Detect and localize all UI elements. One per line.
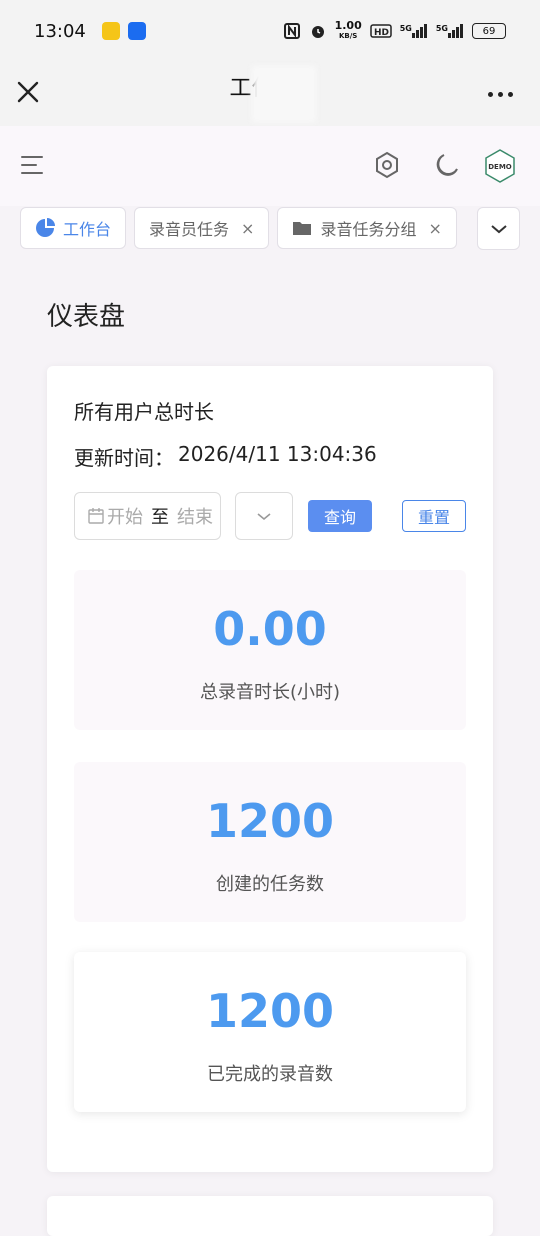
chevron-down-icon <box>257 512 271 520</box>
signal-icon-2: 5G <box>436 24 464 38</box>
alarm-icon <box>309 22 327 40</box>
more-dot-icon <box>508 91 513 97</box>
page-title: 仪表盘 <box>47 302 126 332</box>
close-icon[interactable]: × <box>428 219 441 238</box>
status-time: 13:04 <box>34 20 86 42</box>
tab-recording-task-groups[interactable]: 录音任务分组 × <box>277 207 457 249</box>
update-time-label: 更新时间： <box>74 446 174 470</box>
hd-icon: HD <box>369 24 392 38</box>
status-bar: 13:04 1.00 KB/S HD 5G 5G 69 <box>0 0 540 62</box>
query-button[interactable]: 查询 <box>308 500 372 532</box>
battery-icon: 69 <box>472 23 506 39</box>
stat-value: 1200 <box>205 984 335 1038</box>
dashboard-card: 所有用户总时长 更新时间： 2026/4/11 13:04:36 开始 至 结束… <box>47 366 493 1172</box>
app-header: DEMO <box>0 126 540 206</box>
status-indicators: 1.00 KB/S HD 5G 5G 69 <box>283 19 506 41</box>
stat-value: 0.00 <box>213 602 327 656</box>
calendar-icon <box>88 508 104 524</box>
status-app-icons <box>101 22 146 40</box>
work-app-icon <box>127 22 146 40</box>
tab-dropdown-button[interactable] <box>477 207 520 250</box>
tab-label: 录音任务分组 <box>320 220 417 239</box>
range-separator: 至 <box>151 507 169 528</box>
card-heading: 所有用户总时长 <box>74 400 214 424</box>
net-speed: 1.00 KB/S <box>334 19 362 40</box>
stat-total-duration: 0.00 总录音时长(小时) <box>74 570 466 730</box>
filter-row: 开始 至 结束 查询 重置 <box>74 492 466 540</box>
folder-icon <box>293 222 312 235</box>
stat-label: 已完成的录音数 <box>207 1064 333 1085</box>
date-range-picker[interactable]: 开始 至 结束 <box>74 492 221 540</box>
stat-label: 创建的任务数 <box>216 874 324 895</box>
stat-created-tasks: 1200 创建的任务数 <box>74 762 466 922</box>
svg-text:HD: HD <box>374 28 389 38</box>
end-date-input[interactable]: 结束 <box>177 503 213 529</box>
tab-workbench[interactable]: 工作台 <box>20 207 127 249</box>
chevron-down-icon <box>490 224 507 233</box>
settings-hexagon-icon[interactable] <box>372 150 402 180</box>
dark-mode-moon-icon[interactable] <box>432 150 462 180</box>
demo-avatar[interactable]: DEMO <box>484 148 516 184</box>
more-dot-icon <box>498 91 503 97</box>
pie-chart-icon <box>36 218 55 237</box>
reset-button[interactable]: 重置 <box>402 500 466 532</box>
redacted-mask <box>252 66 316 122</box>
more-dot-icon <box>488 91 493 97</box>
filter-select[interactable] <box>235 492 293 540</box>
tab-recorder-tasks[interactable]: 录音员任务 × <box>134 207 270 249</box>
signal-icon: 5G <box>400 24 428 38</box>
more-options-button[interactable] <box>488 84 518 104</box>
tab-label: 录音员任务 <box>149 220 230 239</box>
update-time-line: 更新时间： 2026/4/11 13:04:36 <box>74 442 377 471</box>
stat-completed-recordings: 1200 已完成的录音数 <box>74 952 466 1112</box>
start-date-input[interactable]: 开始 <box>107 503 143 529</box>
stat-value: 1200 <box>205 794 335 848</box>
update-time-value: 2026/4/11 13:04:36 <box>178 442 377 466</box>
meituan-app-icon <box>101 22 120 40</box>
next-card <box>47 1196 493 1236</box>
tab-bar: 工作台 录音员任务 × 录音任务分组 × <box>20 207 457 251</box>
tab-label: 工作台 <box>63 220 112 239</box>
svg-text:DEMO: DEMO <box>488 163 512 171</box>
close-icon[interactable]: × <box>241 219 254 238</box>
browser-title-bar: 工作台 - hc <box>0 62 540 126</box>
menu-toggle-icon[interactable] <box>20 154 44 176</box>
nfc-icon <box>283 22 301 40</box>
stat-label: 总录音时长(小时) <box>199 682 341 703</box>
